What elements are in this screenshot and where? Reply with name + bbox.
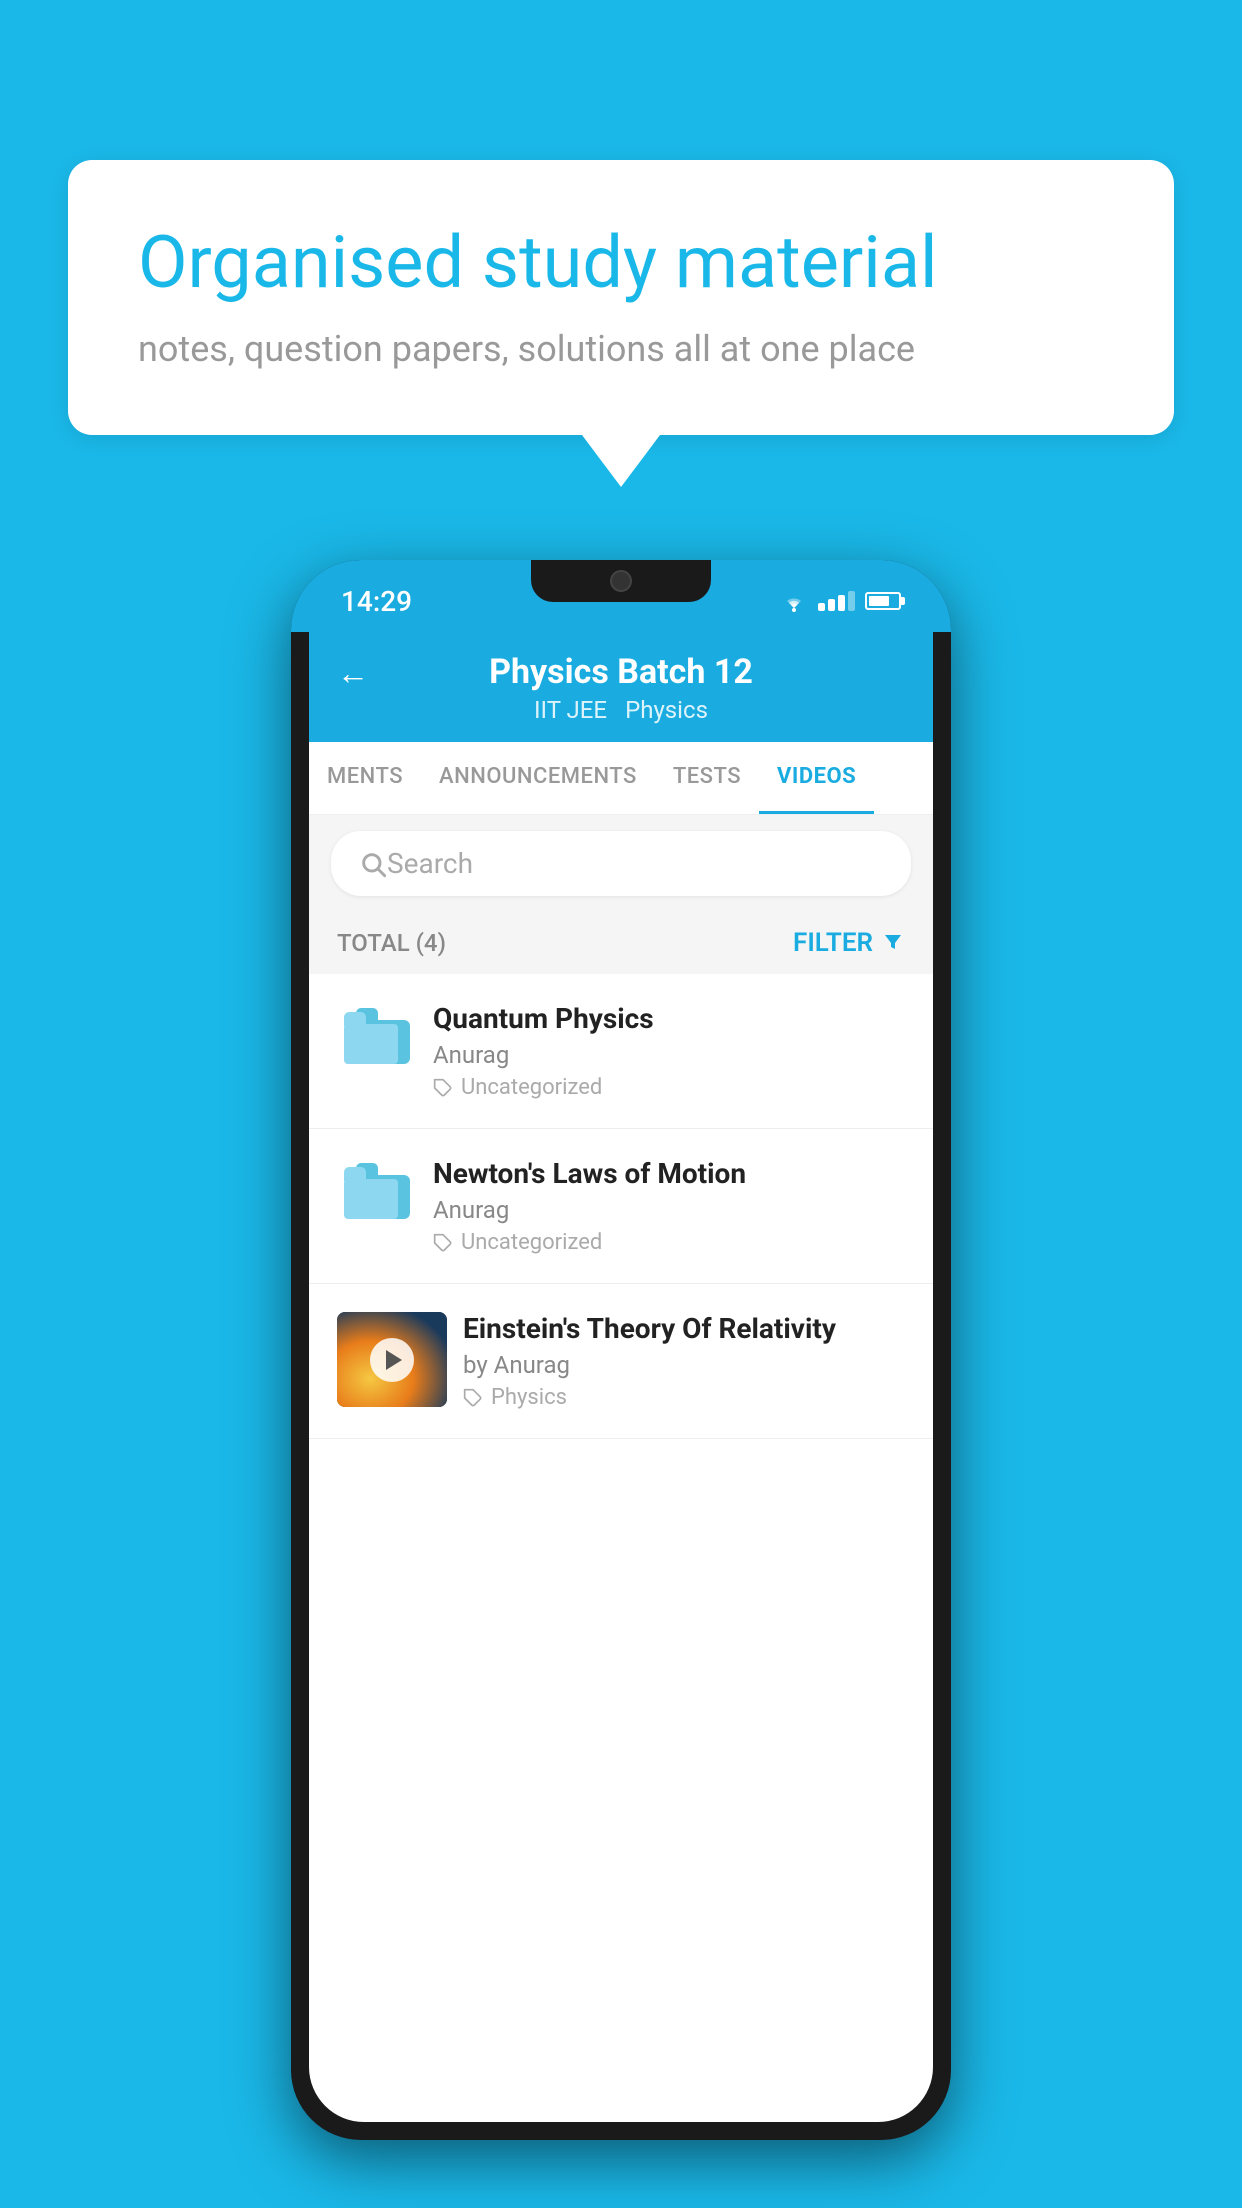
- list-item[interactable]: Newton's Laws of Motion Anurag Uncategor…: [309, 1129, 933, 1284]
- bubble-title: Organised study material: [138, 220, 1104, 306]
- tab-tests[interactable]: TESTS: [655, 742, 759, 814]
- subtitle-iitjee: IIT JEE: [534, 696, 607, 724]
- list-item[interactable]: Quantum Physics Anurag Uncategorized: [309, 974, 933, 1129]
- back-button[interactable]: ←: [337, 654, 369, 692]
- folder-icon-container: [337, 1002, 417, 1064]
- filter-icon: [881, 931, 905, 955]
- video-tag: Uncategorized: [433, 1075, 905, 1100]
- tag-label: Uncategorized: [461, 1075, 602, 1100]
- folder-front: [344, 1024, 398, 1064]
- tag-icon: [433, 1078, 453, 1098]
- total-label: TOTAL (4): [337, 929, 446, 957]
- app-header: ← Physics Batch 12 IIT JEE Physics: [309, 632, 933, 742]
- subtitle-physics: Physics: [625, 696, 708, 724]
- phone-notch: [531, 560, 711, 602]
- folder-icon-container: [337, 1157, 417, 1219]
- video-list: Quantum Physics Anurag Uncategorized: [309, 974, 933, 1439]
- battery-icon: [865, 592, 901, 610]
- tab-videos[interactable]: VIDEOS: [759, 742, 874, 814]
- header-subtitle: IIT JEE Physics: [534, 696, 708, 724]
- video-author: Anurag: [433, 1196, 905, 1224]
- video-info: Quantum Physics Anurag Uncategorized: [417, 1002, 905, 1100]
- phone-screen: ← Physics Batch 12 IIT JEE Physics MENTS…: [309, 632, 933, 2122]
- phone-camera: [610, 570, 632, 592]
- video-info: Newton's Laws of Motion Anurag Uncategor…: [417, 1157, 905, 1255]
- folder-front: [344, 1179, 398, 1219]
- search-input[interactable]: Search: [387, 847, 473, 880]
- tabs-bar: MENTS ANNOUNCEMENTS TESTS VIDEOS: [309, 742, 933, 815]
- video-author: Anurag: [433, 1041, 905, 1069]
- video-tag: Physics: [463, 1385, 905, 1410]
- video-tag: Uncategorized: [433, 1230, 905, 1255]
- tag-icon: [433, 1233, 453, 1253]
- search-icon: [359, 850, 387, 878]
- filter-label: FILTER: [793, 928, 873, 958]
- play-icon: [386, 1350, 402, 1370]
- battery-fill: [869, 596, 889, 606]
- tag-label: Physics: [491, 1385, 567, 1410]
- folder-tab-front: [344, 1167, 366, 1181]
- search-bar[interactable]: Search: [331, 831, 911, 896]
- video-thumbnail: [337, 1312, 447, 1407]
- folder-icon: [342, 1006, 412, 1064]
- tab-ments[interactable]: MENTS: [309, 742, 421, 814]
- video-title: Einstein's Theory Of Relativity: [463, 1312, 905, 1345]
- signal-icon: [818, 591, 855, 611]
- filter-button[interactable]: FILTER: [793, 928, 905, 958]
- total-filter-row: TOTAL (4) FILTER: [309, 912, 933, 974]
- video-title: Newton's Laws of Motion: [433, 1157, 905, 1190]
- play-button[interactable]: [370, 1338, 414, 1382]
- video-title: Quantum Physics: [433, 1002, 905, 1035]
- phone-container: 14:29: [291, 560, 951, 2140]
- phone-outer: 14:29: [291, 560, 951, 2140]
- status-icons: [780, 590, 911, 612]
- header-title: Physics Batch 12: [489, 652, 753, 692]
- tag-label: Uncategorized: [461, 1230, 602, 1255]
- search-container: Search: [309, 815, 933, 912]
- folder-icon: [342, 1161, 412, 1219]
- wifi-icon: [780, 590, 808, 612]
- folder-tab-front: [344, 1012, 366, 1026]
- status-time: 14:29: [331, 585, 412, 618]
- video-info: Einstein's Theory Of Relativity by Anura…: [447, 1312, 905, 1410]
- tag-icon: [463, 1388, 483, 1408]
- tab-announcements[interactable]: ANNOUNCEMENTS: [421, 742, 655, 814]
- bubble-subtitle: notes, question papers, solutions all at…: [138, 328, 1104, 370]
- speech-bubble: Organised study material notes, question…: [68, 160, 1174, 435]
- video-author: by Anurag: [463, 1351, 905, 1379]
- list-item[interactable]: Einstein's Theory Of Relativity by Anura…: [309, 1284, 933, 1439]
